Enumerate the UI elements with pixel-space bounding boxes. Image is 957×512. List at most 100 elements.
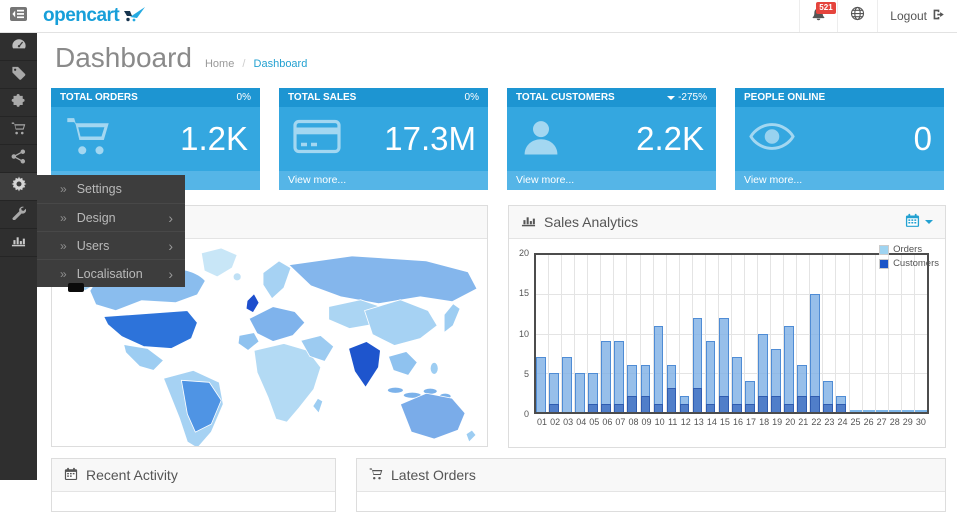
chart-slot: 22 xyxy=(810,255,823,412)
menu-item-localisation[interactable]: » Localisation › xyxy=(37,259,185,287)
panel-title: Sales Analytics xyxy=(544,214,638,230)
puzzle-icon xyxy=(11,93,26,113)
system-flyout-menu: » Settings » Design › » Users › » Locali… xyxy=(37,175,185,287)
orders-bar xyxy=(889,410,901,412)
breadcrumb-separator: / xyxy=(242,58,245,70)
dashboard-icon xyxy=(11,36,27,57)
breadcrumb-home[interactable]: Home xyxy=(205,58,234,70)
eye-icon xyxy=(749,123,795,156)
menu-item-settings[interactable]: » Settings xyxy=(37,175,185,203)
chart-slot: 10 xyxy=(654,255,667,412)
topbar: opencart 521 Logout xyxy=(0,0,957,33)
customers-bar xyxy=(654,404,664,412)
chart-slot: 20 xyxy=(784,255,797,412)
chart-slot: 27 xyxy=(876,255,889,412)
chart-slot: 02 xyxy=(549,255,562,412)
chart-slot: 01 xyxy=(536,255,549,412)
bar-chart-icon xyxy=(11,233,26,253)
menu-toggle-button[interactable] xyxy=(0,0,37,32)
menu-icon xyxy=(10,7,27,26)
x-tick-label: 17 xyxy=(746,417,756,427)
user-icon xyxy=(521,117,561,162)
view-more-link[interactable]: View more... xyxy=(279,171,488,190)
tile-total-customers: TOTAL CUSTOMERS -275% 2.2K View more... xyxy=(507,88,716,190)
topbar-actions: 521 Logout xyxy=(799,0,957,32)
tile-title: TOTAL SALES xyxy=(288,92,356,103)
tile-title: TOTAL ORDERS xyxy=(60,92,138,103)
tile-value: 17.3M xyxy=(384,120,476,158)
cart-icon xyxy=(65,114,111,165)
chart-slot: 16 xyxy=(732,255,745,412)
credit-card-icon xyxy=(293,119,341,160)
chevron-right-icon: › xyxy=(168,238,173,254)
x-tick-label: 20 xyxy=(785,417,795,427)
sidebar-item-catalog[interactable] xyxy=(0,61,37,89)
chart-slot: 11 xyxy=(667,255,680,412)
y-axis-labels: 20151050 xyxy=(511,253,531,414)
sidebar-nav xyxy=(0,33,37,480)
sidebar-item-tools[interactable] xyxy=(0,201,37,229)
sidebar-item-extensions[interactable] xyxy=(0,89,37,117)
tile-percent: -275% xyxy=(667,92,707,103)
legend-entry: Customers xyxy=(879,258,939,269)
chart-slot: 07 xyxy=(614,255,627,412)
sidebar-item-marketing[interactable] xyxy=(0,145,37,173)
view-more-link[interactable]: View more... xyxy=(735,171,944,190)
cart-icon xyxy=(11,121,26,141)
y-tick-label: 0 xyxy=(524,409,529,419)
x-tick-label: 29 xyxy=(903,417,913,427)
view-more-link[interactable]: View more... xyxy=(507,171,716,190)
x-tick-label: 08 xyxy=(628,417,638,427)
sidebar-item-reports[interactable] xyxy=(0,229,37,257)
stores-button[interactable] xyxy=(837,0,877,32)
x-tick-label: 13 xyxy=(694,417,704,427)
opencart-logo[interactable]: opencart xyxy=(43,5,147,27)
double-chevron-icon: » xyxy=(60,182,67,196)
logout-button[interactable]: Logout xyxy=(877,0,957,32)
tile-title: PEOPLE ONLINE xyxy=(744,92,825,103)
x-tick-label: 09 xyxy=(642,417,652,427)
x-tick-label: 12 xyxy=(681,417,691,427)
y-tick-label: 5 xyxy=(524,369,529,379)
chart-slot: 25 xyxy=(850,255,863,412)
calendar-icon xyxy=(905,213,920,231)
share-icon xyxy=(11,149,26,169)
x-tick-label: 21 xyxy=(798,417,808,427)
bar-chart-icon xyxy=(521,213,536,231)
notification-badge: 521 xyxy=(816,2,835,14)
x-tick-label: 25 xyxy=(851,417,861,427)
breadcrumb-current[interactable]: Dashboard xyxy=(254,58,308,70)
caret-down-icon xyxy=(925,220,933,224)
tile-percent-value: -275% xyxy=(678,92,707,103)
sidebar-item-sales[interactable] xyxy=(0,117,37,145)
x-tick-label: 28 xyxy=(890,417,900,427)
x-tick-label: 15 xyxy=(720,417,730,427)
x-tick-label: 04 xyxy=(576,417,586,427)
menu-item-label: Settings xyxy=(77,182,122,196)
x-tick-label: 01 xyxy=(537,417,547,427)
customers-bar xyxy=(706,404,716,412)
chart-slot: 15 xyxy=(719,255,732,412)
chart-slot: 13 xyxy=(693,255,706,412)
date-range-button[interactable] xyxy=(905,213,933,231)
tile-people-online: PEOPLE ONLINE 0 View more... xyxy=(735,88,944,190)
orders-bar xyxy=(575,373,585,412)
sidebar-item-system[interactable] xyxy=(0,173,37,201)
tooltip-artifact xyxy=(68,283,84,292)
orders-bar xyxy=(863,410,875,412)
chart-slot: 17 xyxy=(745,255,758,412)
breadcrumb: Home / Dashboard xyxy=(205,58,307,70)
x-tick-label: 23 xyxy=(824,417,834,427)
menu-item-label: Users xyxy=(77,239,110,253)
notifications-button[interactable]: 521 xyxy=(799,0,837,32)
sidebar-item-dashboard[interactable] xyxy=(0,33,37,61)
tile-title: TOTAL CUSTOMERS xyxy=(516,92,615,103)
calendar-icon xyxy=(64,467,78,484)
globe-icon xyxy=(850,6,865,26)
chart-slot: 21 xyxy=(797,255,810,412)
legend-label: Customers xyxy=(893,258,939,269)
customers-bar xyxy=(784,404,794,412)
menu-item-design[interactable]: » Design › xyxy=(37,203,185,231)
menu-item-users[interactable]: » Users › xyxy=(37,231,185,259)
menu-item-label: Localisation xyxy=(77,267,143,281)
